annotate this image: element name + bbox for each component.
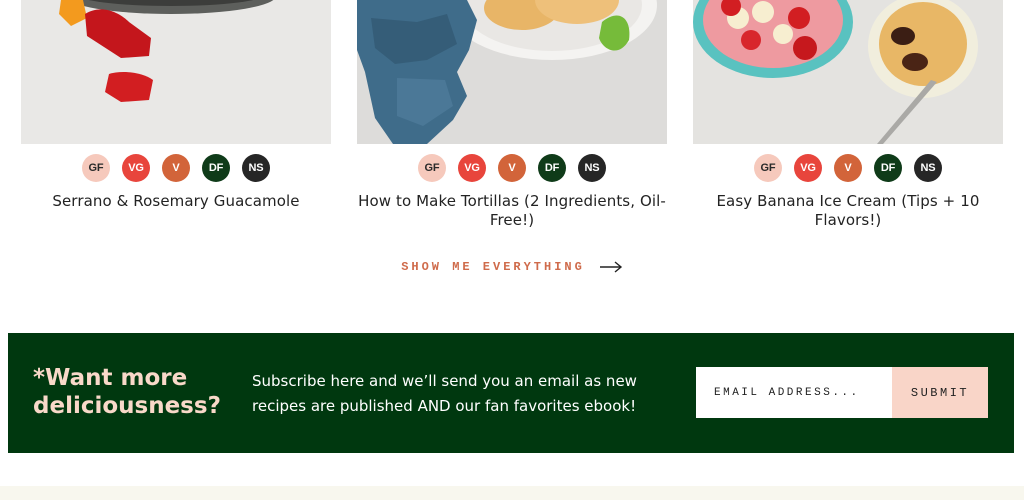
- nut-free-badge[interactable]: NS: [914, 154, 942, 182]
- vegetarian-badge[interactable]: V: [162, 154, 190, 182]
- banana-ice-cream-photo: [693, 0, 1003, 144]
- vegan-badge[interactable]: VG: [458, 154, 486, 182]
- vegetarian-badge[interactable]: V: [498, 154, 526, 182]
- footer-strip: [0, 486, 1024, 500]
- recipe-image[interactable]: [693, 0, 1003, 144]
- newsletter-heading: *Want more deliciousness?: [33, 365, 221, 419]
- newsletter-signup: *Want more deliciousness? Subscribe here…: [8, 333, 1014, 453]
- nut-free-badge[interactable]: NS: [242, 154, 270, 182]
- gluten-free-badge[interactable]: GF: [418, 154, 446, 182]
- diet-badges: GF VG V DF NS: [693, 154, 1003, 182]
- arrow-right-icon: [599, 261, 622, 273]
- gluten-free-badge[interactable]: GF: [82, 154, 110, 182]
- vegan-badge[interactable]: VG: [794, 154, 822, 182]
- diet-badges: GF VG V DF NS: [357, 154, 667, 182]
- diet-badges: GF VG V DF NS: [21, 154, 331, 182]
- vegan-badge[interactable]: VG: [122, 154, 150, 182]
- gluten-free-badge[interactable]: GF: [754, 154, 782, 182]
- dairy-free-badge[interactable]: DF: [874, 154, 902, 182]
- newsletter-description: Subscribe here and we’ll send you an ema…: [252, 372, 637, 415]
- dairy-free-badge[interactable]: DF: [202, 154, 230, 182]
- recipe-title[interactable]: Serrano & Rosemary Guacamole: [21, 192, 331, 211]
- show-all-label: SHOW ME EVERYTHING: [401, 260, 585, 274]
- nut-free-badge[interactable]: NS: [578, 154, 606, 182]
- recipe-image[interactable]: [357, 0, 667, 144]
- email-field[interactable]: [696, 367, 892, 418]
- dairy-free-badge[interactable]: DF: [538, 154, 566, 182]
- recipe-title[interactable]: How to Make Tortillas (2 Ingredients, Oi…: [357, 192, 667, 230]
- tortillas-photo: [357, 0, 667, 144]
- guacamole-photo: [21, 0, 331, 144]
- recipe-cards: GF VG V DF NS Serrano & Rosemary Guacamo…: [0, 0, 1024, 240]
- recipe-image[interactable]: [21, 0, 331, 144]
- vegetarian-badge[interactable]: V: [834, 154, 862, 182]
- recipe-title[interactable]: Easy Banana Ice Cream (Tips + 10 Flavors…: [693, 192, 1003, 230]
- submit-button[interactable]: SUBMIT: [892, 367, 988, 418]
- show-me-everything-link[interactable]: SHOW ME EVERYTHING: [0, 260, 1024, 274]
